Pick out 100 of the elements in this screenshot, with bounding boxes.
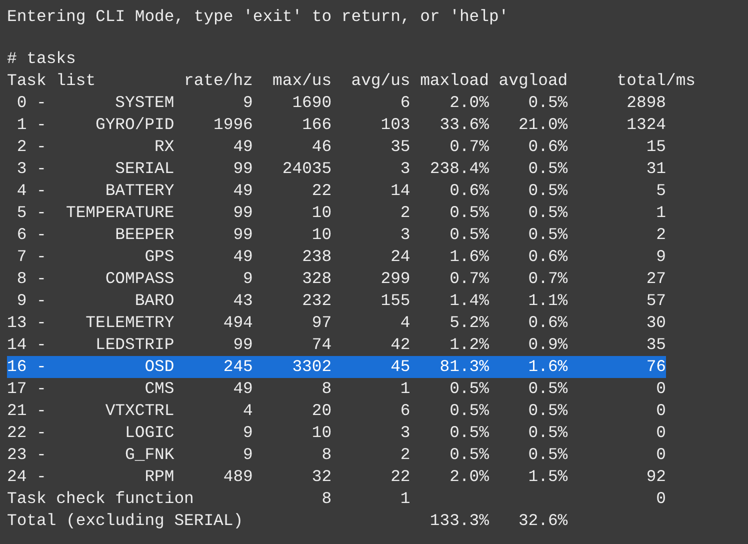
table-cell-text: COMPASS bbox=[104, 268, 174, 290]
table-cell-text: GPS bbox=[144, 246, 174, 268]
task-row[interactable]: 8 - COMPASS 9 328 299 0.7% 0.7% 27 bbox=[7, 268, 666, 290]
task-row[interactable]: 13 - TELEMETRY 494 97 4 5.2% 0.6% 30 bbox=[7, 312, 666, 334]
task-row[interactable]: 9 - BARO 43 232 155 1.4% 1.1% 57 bbox=[7, 290, 666, 312]
table-cell-text: 0.5% bbox=[448, 400, 489, 422]
table-cell: 24 - bbox=[7, 466, 46, 488]
table-cell-text: 1.6% bbox=[448, 246, 489, 268]
column-header: max/us bbox=[272, 70, 332, 92]
table-cell-text: 494 bbox=[222, 312, 253, 334]
table-cell-text: 0.5% bbox=[448, 378, 489, 400]
table-cell-text: 0.9% bbox=[527, 334, 568, 356]
table-cell-text: 81.3% bbox=[438, 356, 489, 378]
table-cell-text: 1690 bbox=[291, 92, 332, 114]
table-cell-text: 1 bbox=[399, 378, 410, 400]
task-row[interactable]: 0 - SYSTEM 9 1690 6 2.0% 0.5% 2898 bbox=[7, 92, 666, 114]
task-row[interactable]: 1 - GYRO/PID 1996 166 103 33.6% 21.0% 1324 bbox=[7, 114, 666, 136]
table-cell-text: BARO bbox=[134, 290, 174, 312]
table-cell-text: 0.7% bbox=[448, 136, 489, 158]
task-row[interactable]: 21 - VTXCTRL 4 20 6 0.5% 0.5% 0 bbox=[7, 400, 666, 422]
table-cell-text: 24035 bbox=[281, 158, 332, 180]
table-cell-text: 103 bbox=[380, 114, 410, 136]
table-cell-text: 0 - bbox=[16, 92, 46, 114]
table-cell-text: 0.6% bbox=[448, 180, 489, 202]
command-line: # tasks bbox=[7, 48, 76, 70]
table-cell-text: 1324 bbox=[626, 114, 666, 136]
table-cell-text: 0.6% bbox=[527, 136, 568, 158]
table-cell-text: 14 bbox=[390, 180, 410, 202]
table-cell-text: 8 bbox=[320, 444, 332, 466]
table-cell-text: 5.2% bbox=[448, 312, 489, 334]
table-cell-text: 6 - bbox=[16, 224, 46, 246]
table-cell-text: 8 - bbox=[16, 268, 46, 290]
table-cell-text: 57 bbox=[645, 290, 666, 312]
task-row[interactable]: 5 - TEMPERATURE 99 10 2 0.5% 0.5% 1 bbox=[7, 202, 666, 224]
table-cell-text: SYSTEM bbox=[114, 92, 174, 114]
table-cell-text: 31 bbox=[645, 158, 666, 180]
table-cell-text: 0.7% bbox=[527, 268, 568, 290]
table-cell-text: 0.5% bbox=[527, 444, 568, 466]
task-row[interactable]: 2 - RX 49 46 35 0.7% 0.6% 15 bbox=[7, 136, 666, 158]
task-row[interactable]: 22 - LOGIC 9 10 3 0.5% 0.5% 0 bbox=[7, 422, 666, 444]
task-row[interactable]: 24 - RPM 489 32 22 2.0% 1.5% 92 bbox=[7, 466, 666, 488]
table-cell-text: 99 bbox=[232, 158, 253, 180]
intro-line: Entering CLI Mode, type 'exit' to return, or 'help' bbox=[7, 6, 509, 28]
table-cell-text: 328 bbox=[301, 268, 332, 290]
table-cell-text: 43 bbox=[232, 290, 253, 312]
table-cell: 16 - bbox=[7, 356, 46, 378]
table-cell-text: BATTERY bbox=[104, 180, 174, 202]
table-cell-text: OSD bbox=[144, 356, 174, 378]
task-row[interactable]: 17 - CMS 49 8 1 0.5% 0.5% 0 bbox=[7, 378, 666, 400]
column-header: total/ms bbox=[616, 70, 696, 92]
table-cell-text: 9 bbox=[655, 246, 666, 268]
task-row[interactable]: 16 - OSD 245 3302 45 81.3% 1.6% 76 bbox=[7, 356, 666, 378]
table-cell-text: 15 bbox=[645, 136, 666, 158]
table-cell-text: 238.4% bbox=[428, 158, 489, 180]
table-cell-text: 0.7% bbox=[448, 268, 489, 290]
task-row[interactable]: 14 - LEDSTRIP 99 74 42 1.2% 0.9% 35 bbox=[7, 334, 666, 356]
table-cell-text: 33.6% bbox=[438, 114, 489, 136]
table-cell-text: 22 bbox=[390, 466, 410, 488]
table-cell-text: 299 bbox=[380, 268, 410, 290]
table-cell-text: 0.5% bbox=[527, 400, 568, 422]
table-cell-text: 3 bbox=[399, 224, 410, 246]
table-cell-text: 30 bbox=[645, 312, 666, 334]
table-cell-text: 0 bbox=[655, 444, 666, 466]
table-cell-text: 0.5% bbox=[527, 92, 568, 114]
table-cell-text: 1.4% bbox=[448, 290, 489, 312]
table-cell-text: 21.0% bbox=[517, 114, 568, 136]
table-cell: 23 - bbox=[7, 444, 46, 466]
table-cell-text: VTXCTRL bbox=[104, 400, 174, 422]
table-cell-text: RX bbox=[154, 136, 174, 158]
table-cell-text: 0.5% bbox=[448, 224, 489, 246]
table-cell-text: 155 bbox=[380, 290, 410, 312]
task-row[interactable]: 7 - GPS 49 238 24 1.6% 0.6% 9 bbox=[7, 246, 666, 268]
table-cell-text: 0.5% bbox=[527, 202, 568, 224]
task-row[interactable]: 3 - SERIAL 99 24035 3 238.4% 0.5% 31 bbox=[7, 158, 666, 180]
task-row[interactable]: 4 - BATTERY 49 22 14 0.6% 0.5% 5 bbox=[7, 180, 666, 202]
table-cell-text: 32 bbox=[310, 466, 332, 488]
table-cell-text: 1.2% bbox=[448, 334, 489, 356]
table-cell-text: 166 bbox=[301, 114, 332, 136]
task-row[interactable]: 23 - G_FNK 9 8 2 0.5% 0.5% 0 bbox=[7, 444, 666, 466]
table-cell-text: 9 - bbox=[16, 290, 46, 312]
table-cell-text: 1 - bbox=[16, 114, 46, 136]
table-cell-text: 1.5% bbox=[527, 466, 568, 488]
table-cell-text: 0 bbox=[655, 378, 666, 400]
table-cell: 14 - bbox=[7, 334, 46, 356]
task-row[interactable]: 6 - BEEPER 99 10 3 0.5% 0.5% 2 bbox=[7, 224, 666, 246]
table-cell-text: 232 bbox=[301, 290, 332, 312]
table-cell-text: 2898 bbox=[626, 92, 666, 114]
table-cell-text: 74 bbox=[310, 334, 332, 356]
table-cell-text: 0.6% bbox=[527, 246, 568, 268]
table-cell-text: 5 - bbox=[16, 202, 46, 224]
table-cell-text: 46 bbox=[310, 136, 332, 158]
table-cell-text: 6 bbox=[399, 400, 410, 422]
column-header: rate/hz bbox=[183, 70, 253, 92]
table-cell-text: 3302 bbox=[291, 356, 332, 378]
table-cell-text: 22 bbox=[310, 180, 332, 202]
table-cell-text: LEDSTRIP bbox=[94, 334, 174, 356]
row-label: Total (excluding SERIAL) bbox=[7, 510, 244, 532]
table-cell-text: 0.5% bbox=[527, 378, 568, 400]
table-cell-text: BEEPER bbox=[114, 224, 174, 246]
table-cell-text: 92 bbox=[645, 466, 666, 488]
